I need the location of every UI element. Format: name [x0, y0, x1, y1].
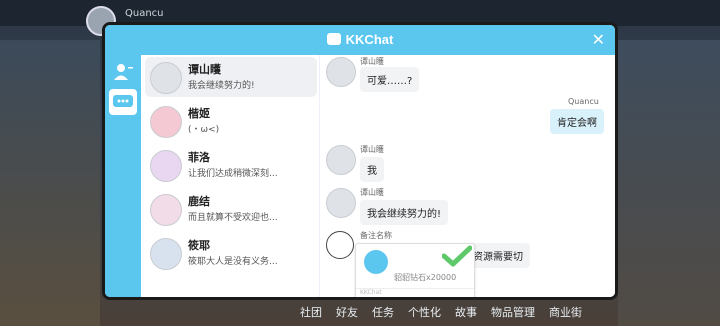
contact-last-message: 而且就算不受欢迎也...	[188, 213, 278, 223]
contact-avatar	[150, 194, 182, 226]
gift-card-footer: KKChat	[356, 288, 474, 297]
message-bubble: 我	[360, 157, 384, 182]
contact-item[interactable]: 鹿结 而且就算不受欢迎也...	[145, 189, 317, 229]
message-bubble: 可爱……?	[360, 67, 420, 92]
contact-item[interactable]: 筱耶 筱耶大人是没有义务...	[145, 233, 317, 273]
contact-avatar	[150, 106, 182, 138]
nav-friends[interactable]: 好友	[336, 304, 358, 320]
close-icon[interactable]: ✕	[592, 30, 605, 49]
contact-name: 楷姬	[188, 107, 210, 120]
contact-last-message: 让我们达成稍微深刻...	[188, 169, 278, 179]
message-avatar	[326, 57, 356, 87]
contact-last-message: (・ω<)	[188, 125, 220, 135]
nav-tasks[interactable]: 任务	[372, 304, 394, 320]
message-avatar-placeholder	[326, 231, 354, 259]
contact-last-message: 筱耶大人是没有义务...	[188, 257, 278, 267]
contact-name: 筱耶	[188, 239, 210, 252]
contact-name: 谭山矆	[188, 63, 221, 76]
nav-shop[interactable]: 商业街	[549, 304, 582, 320]
message-sender: Quancu	[568, 97, 599, 106]
background-left-scene	[0, 40, 100, 326]
message-bubble: 资源需要切	[466, 243, 530, 268]
nav-story[interactable]: 故事	[455, 304, 477, 320]
contact-name: 鹿结	[188, 195, 210, 208]
kkchat-logo-icon	[326, 33, 341, 45]
chat-area: 谭山矆 可爱……? Quancu 肯定会啊 谭山矆 我 谭山矆 我会继续努力的!…	[319, 55, 615, 297]
dialog-header: KKChat ✕	[105, 25, 615, 55]
nav-customize[interactable]: 个性化	[408, 304, 441, 320]
contact-item[interactable]: 谭山矆 我会继续努力的!	[145, 57, 317, 97]
message-sender: 谭山矆	[360, 188, 384, 197]
contact-last-message: 我会继续努力的!	[188, 81, 255, 91]
message-sender: 备注名称	[360, 231, 392, 240]
message-sender: 谭山矆	[360, 57, 384, 66]
message-avatar	[326, 188, 356, 218]
dialog-title: KKChat	[105, 32, 615, 47]
kkchat-dialog: KKChat ✕ 谭山矆 我会继续努力的! 楷姬 (・ω<) 菲洛 让我们达成稍…	[102, 22, 618, 300]
contact-avatar	[150, 62, 182, 94]
message-avatar	[326, 145, 356, 175]
game-bottom-nav: 社团 好友 任务 个性化 故事 物品管理 商业街	[300, 298, 720, 326]
message-bubble: 我会继续努力的!	[360, 200, 449, 225]
contact-avatar	[150, 238, 182, 270]
contact-item[interactable]: 楷姬 (・ω<)	[145, 101, 317, 141]
contact-avatar	[150, 150, 182, 182]
message-bubble-mine: 肯定会啊	[550, 109, 604, 134]
checkmark-icon	[442, 245, 472, 267]
contact-item[interactable]: 菲洛 让我们达成稍微深刻...	[145, 145, 317, 185]
dialog-title-text: KKChat	[345, 32, 394, 47]
contact-name: 菲洛	[188, 151, 210, 164]
player-name: Quancu	[125, 8, 164, 19]
contact-list: 谭山矆 我会继续努力的! 楷姬 (・ω<) 菲洛 让我们达成稍微深刻... 鹿结…	[141, 55, 319, 297]
diamond-icon	[364, 250, 388, 274]
background-right-scene	[618, 40, 720, 326]
gift-card-text: 貂貂钻石x20000	[394, 273, 457, 282]
message-sender: 谭山矆	[360, 145, 384, 154]
user-icon[interactable]	[113, 63, 133, 81]
chat-bubble-icon	[113, 95, 133, 107]
nav-club[interactable]: 社团	[300, 304, 322, 320]
nav-items[interactable]: 物品管理	[491, 304, 535, 320]
chat-tab[interactable]	[109, 89, 137, 115]
dialog-sidebar	[105, 55, 141, 297]
